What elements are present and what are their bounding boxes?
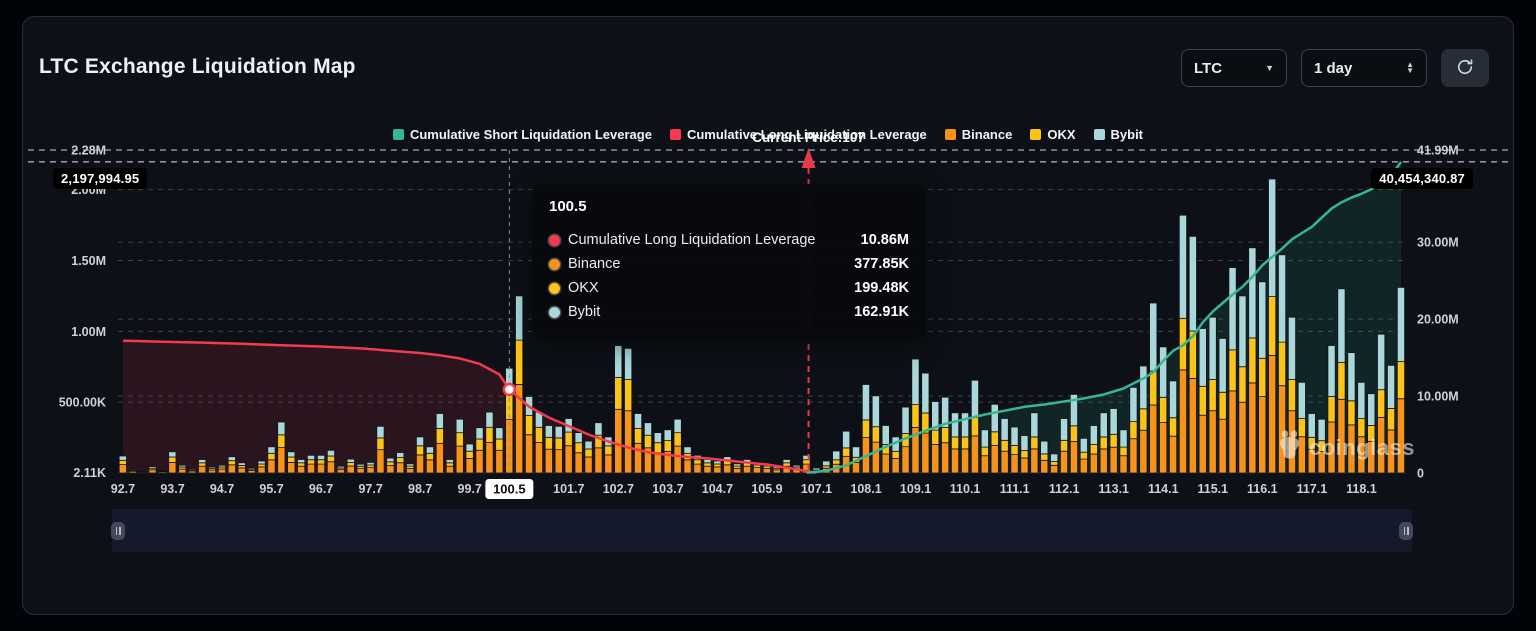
svg-text:102.7: 102.7 bbox=[603, 482, 634, 496]
svg-text:117.1: 117.1 bbox=[1297, 482, 1328, 496]
coinglass-logo-icon bbox=[1277, 430, 1303, 465]
navigator-right-handle[interactable] bbox=[1399, 522, 1413, 540]
svg-text:41.99M: 41.99M bbox=[1417, 144, 1459, 158]
svg-text:10.00M: 10.00M bbox=[1417, 390, 1459, 404]
svg-text:20.00M: 20.00M bbox=[1417, 313, 1459, 327]
svg-text:118.1: 118.1 bbox=[1346, 482, 1377, 496]
series-dot-icon bbox=[549, 235, 560, 246]
tooltip-row-value: 377.85K bbox=[854, 256, 909, 272]
tooltip-row-label: Cumulative Long Liquidation Leverage bbox=[568, 232, 853, 248]
svg-text:99.7: 99.7 bbox=[458, 482, 482, 496]
svg-text:96.7: 96.7 bbox=[309, 482, 333, 496]
svg-text:94.7: 94.7 bbox=[210, 482, 234, 496]
coinglass-watermark: coinglass bbox=[1277, 430, 1415, 465]
crosshair-point-marker bbox=[504, 384, 515, 395]
svg-text:93.7: 93.7 bbox=[160, 482, 184, 496]
svg-text:104.7: 104.7 bbox=[702, 482, 733, 496]
svg-text:2.11K: 2.11K bbox=[73, 466, 106, 480]
tooltip-row: Binance 377.85K bbox=[549, 252, 909, 276]
svg-text:98.7: 98.7 bbox=[408, 482, 432, 496]
svg-text:103.7: 103.7 bbox=[652, 482, 683, 496]
range-navigator[interactable] bbox=[112, 509, 1412, 552]
svg-text:0: 0 bbox=[1417, 467, 1424, 481]
screenshot-stage: LTC Exchange Liquidation Map LTC ▼ 1 day… bbox=[0, 0, 1536, 631]
svg-text:112.1: 112.1 bbox=[1049, 482, 1080, 496]
svg-text:109.1: 109.1 bbox=[900, 482, 931, 496]
series-dot-icon bbox=[549, 259, 560, 270]
tooltip-row: Bybit 162.91K bbox=[549, 300, 909, 324]
right-axis-value-badge: 40,454,340.87 bbox=[1371, 168, 1473, 189]
navigator-left-handle[interactable] bbox=[111, 522, 125, 540]
svg-text:116.1: 116.1 bbox=[1247, 482, 1278, 496]
svg-text:1.50M: 1.50M bbox=[71, 254, 106, 268]
svg-text:100.5: 100.5 bbox=[493, 482, 526, 497]
tooltip-row: OKX 199.48K bbox=[549, 276, 909, 300]
current-price-label: Current Price:107 bbox=[752, 130, 865, 145]
svg-text:95.7: 95.7 bbox=[259, 482, 283, 496]
svg-text:500.00K: 500.00K bbox=[59, 396, 106, 410]
crosshair-x-badge: 100.5 bbox=[485, 479, 533, 499]
tooltip-title: 100.5 bbox=[549, 198, 909, 215]
left-axis-value-badge: 2,197,994.95 bbox=[53, 168, 147, 189]
series-dot-icon bbox=[549, 307, 560, 318]
tooltip-row-value: 10.86M bbox=[861, 232, 909, 248]
watermark-text: coinglass bbox=[1309, 435, 1415, 461]
svg-text:101.7: 101.7 bbox=[553, 482, 584, 496]
series-dot-icon bbox=[549, 283, 560, 294]
svg-text:111.1: 111.1 bbox=[1000, 482, 1030, 496]
svg-text:2.28M: 2.28M bbox=[71, 144, 106, 158]
tooltip-row-label: Binance bbox=[568, 256, 846, 272]
tooltip-row-value: 199.48K bbox=[854, 280, 909, 296]
tooltip-row: Cumulative Long Liquidation Leverage 10.8… bbox=[549, 228, 909, 252]
svg-text:97.7: 97.7 bbox=[358, 482, 382, 496]
svg-text:114.1: 114.1 bbox=[1148, 482, 1179, 496]
svg-text:30.00M: 30.00M bbox=[1417, 236, 1459, 250]
current-price-arrow-icon bbox=[802, 148, 816, 168]
svg-text:105.9: 105.9 bbox=[751, 482, 782, 496]
svg-text:113.1: 113.1 bbox=[1098, 482, 1129, 496]
chart-tooltip: 100.5 Cumulative Long Liquidation Levera… bbox=[532, 184, 926, 339]
svg-text:92.7: 92.7 bbox=[111, 482, 135, 496]
tooltip-row-label: OKX bbox=[568, 280, 846, 296]
svg-text:1.00M: 1.00M bbox=[71, 325, 106, 339]
svg-text:115.1: 115.1 bbox=[1198, 482, 1229, 496]
tooltip-row-value: 162.91K bbox=[854, 304, 909, 320]
svg-text:110.1: 110.1 bbox=[950, 482, 981, 496]
tooltip-row-label: Bybit bbox=[568, 304, 846, 320]
svg-text:108.1: 108.1 bbox=[850, 482, 881, 496]
svg-text:107.1: 107.1 bbox=[801, 482, 832, 496]
